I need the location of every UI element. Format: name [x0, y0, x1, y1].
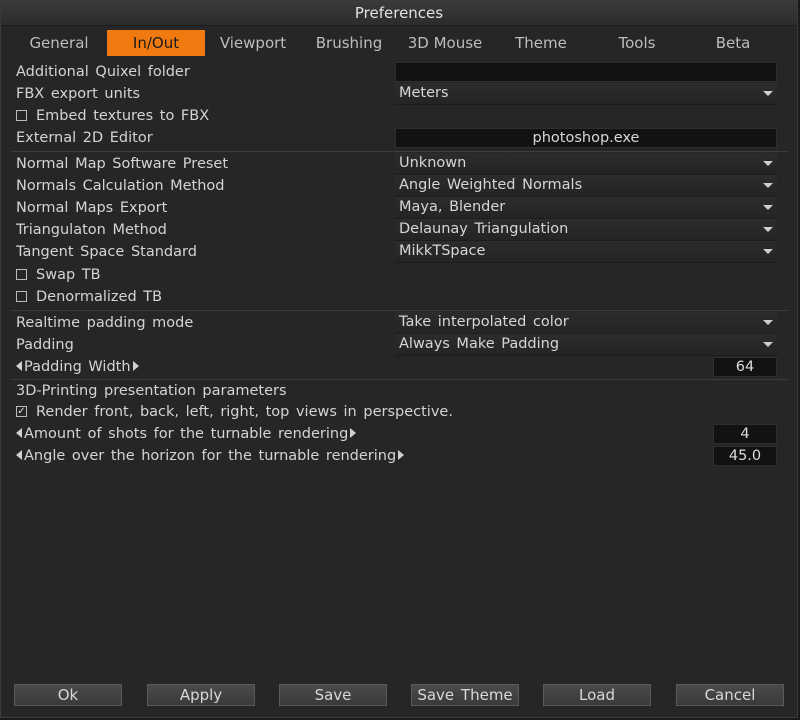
normal-map-preset-label: Normal Map Software Preset	[16, 156, 229, 172]
setting-row-normal-maps-export: Normal Maps Export Maya, Blender	[1, 197, 797, 219]
padding-value: Always Make Padding	[399, 336, 560, 352]
setting-row-denormalized-tb: Denormalized TB	[1, 286, 797, 308]
amount-shots-input[interactable]: 4	[713, 424, 777, 444]
normals-calc-dropdown[interactable]: Angle Weighted Normals	[395, 175, 777, 197]
tangent-space-value: MikkTSpace	[399, 243, 486, 259]
ok-button[interactable]: Ok	[14, 684, 122, 706]
normal-map-preset-value: Unknown	[399, 155, 467, 171]
tab-theme[interactable]: Theme	[493, 30, 589, 56]
triangulation-value: Delaunay Triangulation	[399, 221, 569, 237]
padding-width-slider-label[interactable]: Padding Width	[16, 356, 139, 378]
setting-row-padding-mode: Realtime padding mode Take interpolated …	[1, 312, 797, 334]
tab-3d-mouse[interactable]: 3D Mouse	[397, 30, 493, 56]
chevron-down-icon	[763, 342, 773, 347]
swap-tb-checkbox[interactable]	[16, 269, 27, 280]
denormalized-tb-checkbox[interactable]	[16, 291, 27, 302]
setting-row-amount-shots: Amount of shots for the turnable renderi…	[1, 423, 797, 445]
chevron-down-icon	[763, 161, 773, 166]
normals-calc-value: Angle Weighted Normals	[399, 177, 583, 193]
amount-shots-slider-label[interactable]: Amount of shots for the turnable renderi…	[16, 423, 357, 445]
chevron-down-icon	[763, 91, 773, 96]
tab-in-out[interactable]: In/Out	[107, 30, 205, 56]
angle-horizon-label: Angle over the horizon for the turnable …	[24, 448, 397, 464]
amount-shots-label: Amount of shots for the turnable renderi…	[24, 426, 349, 442]
padding-label: Padding	[16, 337, 74, 353]
arrow-left-icon	[16, 361, 22, 371]
tangent-space-dropdown[interactable]: MikkTSpace	[395, 241, 777, 263]
printing-section-heading: 3D-Printing presentation parameters	[16, 383, 287, 399]
setting-row-embed-textures: Embed textures to FBX	[1, 105, 797, 127]
setting-row-quixel-folder: Additional Quixel folder	[1, 61, 797, 83]
embed-textures-checkbox[interactable]	[16, 110, 27, 121]
triangulation-label: Triangulaton Method	[16, 222, 167, 238]
tab-viewport[interactable]: Viewport	[205, 30, 301, 56]
setting-row-padding: Padding Always Make Padding	[1, 334, 797, 356]
chevron-down-icon	[763, 320, 773, 325]
fbx-units-dropdown[interactable]: Meters	[395, 83, 777, 105]
setting-row-padding-width: Padding Width 64	[1, 356, 797, 378]
save-theme-button[interactable]: Save Theme	[411, 684, 519, 706]
setting-row-tangent-space: Tangent Space Standard MikkTSpace	[1, 241, 797, 263]
preferences-window: Preferences General In/Out Viewport Brus…	[0, 0, 798, 718]
tab-bar: General In/Out Viewport Brushing 3D Mous…	[11, 30, 787, 56]
arrow-right-icon	[132, 361, 139, 371]
fbx-units-label: FBX export units	[16, 86, 141, 102]
padding-dropdown[interactable]: Always Make Padding	[395, 334, 777, 356]
swap-tb-label: Swap TB	[36, 267, 101, 283]
chevron-down-icon	[763, 227, 773, 232]
chevron-down-icon	[763, 183, 773, 188]
padding-mode-label: Realtime padding mode	[16, 315, 194, 331]
triangulation-dropdown[interactable]: Delaunay Triangulation	[395, 219, 777, 241]
quixel-folder-input[interactable]	[395, 62, 777, 82]
setting-row-triangulation: Triangulaton Method Delaunay Triangulati…	[1, 219, 797, 241]
setting-row-angle-horizon: Angle over the horizon for the turnable …	[1, 445, 797, 467]
normal-maps-export-dropdown[interactable]: Maya, Blender	[395, 197, 777, 219]
external-editor-label: External 2D Editor	[16, 130, 153, 146]
padding-mode-dropdown[interactable]: Take interpolated color	[395, 312, 777, 334]
tab-tools[interactable]: Tools	[589, 30, 685, 56]
angle-horizon-slider-label[interactable]: Angle over the horizon for the turnable …	[16, 445, 405, 467]
setting-row-normals-calc: Normals Calculation Method Angle Weighte…	[1, 175, 797, 197]
normal-maps-export-label: Normal Maps Export	[16, 200, 168, 216]
angle-horizon-input[interactable]: 45.0	[713, 446, 777, 466]
apply-button[interactable]: Apply	[147, 684, 255, 706]
setting-row-normal-map-preset: Normal Map Software Preset Unknown	[1, 153, 797, 175]
denormalized-tb-label: Denormalized TB	[36, 289, 163, 305]
render-views-checkbox[interactable]	[16, 406, 27, 417]
tab-general[interactable]: General	[11, 30, 107, 56]
chevron-down-icon	[763, 205, 773, 210]
padding-mode-value: Take interpolated color	[399, 314, 569, 330]
setting-row-swap-tb: Swap TB	[1, 264, 797, 286]
arrow-left-icon	[16, 450, 22, 460]
render-views-label: Render front, back, left, right, top vie…	[36, 404, 453, 420]
setting-row-render-views: Render front, back, left, right, top vie…	[1, 401, 797, 423]
arrow-left-icon	[16, 428, 22, 438]
arrow-right-icon	[398, 450, 405, 460]
section-divider	[11, 310, 787, 311]
normal-maps-export-value: Maya, Blender	[399, 199, 506, 215]
embed-textures-label: Embed textures to FBX	[36, 108, 210, 124]
external-editor-input[interactable]: photoshop.exe	[395, 128, 777, 148]
padding-width-label: Padding Width	[24, 359, 131, 375]
padding-width-input[interactable]: 64	[713, 357, 777, 377]
save-button[interactable]: Save	[279, 684, 387, 706]
cancel-button[interactable]: Cancel	[676, 684, 784, 706]
setting-row-fbx-units: FBX export units Meters	[1, 83, 797, 105]
window-title: Preferences	[1, 1, 797, 26]
tab-beta[interactable]: Beta	[685, 30, 781, 56]
tangent-space-label: Tangent Space Standard	[16, 244, 197, 260]
section-divider	[11, 151, 787, 152]
normal-map-preset-dropdown[interactable]: Unknown	[395, 153, 777, 175]
setting-row-printing-header: 3D-Printing presentation parameters	[1, 380, 797, 402]
load-button[interactable]: Load	[543, 684, 651, 706]
arrow-right-icon	[350, 428, 357, 438]
fbx-units-value: Meters	[399, 85, 449, 101]
normals-calc-label: Normals Calculation Method	[16, 178, 225, 194]
chevron-down-icon	[763, 249, 773, 254]
tab-brushing[interactable]: Brushing	[301, 30, 397, 56]
setting-row-external-editor: External 2D Editor photoshop.exe	[1, 127, 797, 149]
quixel-folder-label: Additional Quixel folder	[16, 64, 190, 80]
